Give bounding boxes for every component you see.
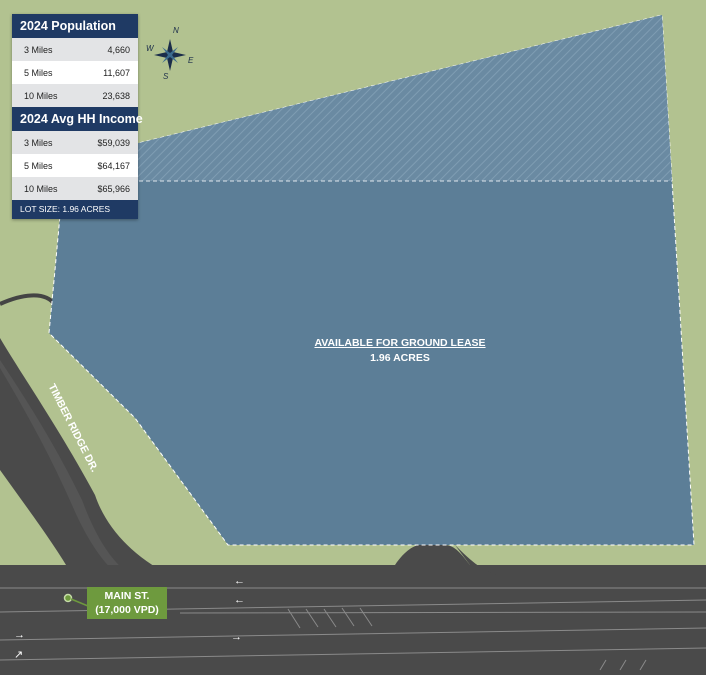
compass-east-label: E [188, 56, 194, 65]
main-street-label: MAIN ST. (17,000 VPD) [87, 587, 167, 619]
arrow-right-icon: → [14, 629, 25, 641]
population-radius: 5 Miles [24, 67, 53, 78]
population-row: 3 Miles 4,660 [12, 38, 138, 61]
parcel-title: AVAILABLE FOR GROUND LEASE [314, 337, 486, 349]
main-street-traffic: (17,000 VPD) [95, 604, 159, 616]
income-row: 10 Miles $65,966 [12, 177, 138, 200]
income-radius: 5 Miles [24, 160, 53, 171]
population-value: 11,607 [103, 67, 130, 78]
population-value: 4,660 [107, 44, 130, 55]
income-row: 5 Miles $64,167 [12, 154, 138, 177]
compass-west-label: W [146, 44, 154, 53]
compass-labels: N W E S [142, 24, 204, 84]
population-radius: 10 Miles [24, 90, 58, 101]
population-title: 2024 Population [12, 14, 138, 38]
lot-size-label: LOT SIZE: 1.96 ACRES [12, 200, 138, 219]
population-row: 5 Miles 11,607 [12, 61, 138, 84]
income-radius: 3 Miles [24, 137, 53, 148]
population-value: 23,638 [102, 90, 130, 101]
compass-north-label: N [173, 26, 179, 35]
location-pin-icon [63, 593, 73, 603]
compass-south-label: S [163, 72, 169, 81]
arrow-right-icon: → [231, 631, 242, 643]
demographics-panel: 2024 Population 3 Miles 4,660 5 Miles 11… [12, 14, 143, 219]
population-radius: 3 Miles [24, 44, 53, 55]
main-street-name: MAIN ST. [104, 590, 150, 602]
parcel-acres: 1.96 ACRES [370, 352, 430, 364]
parcel-label: AVAILABLE FOR GROUND LEASE 1.96 ACRES [290, 336, 510, 366]
income-radius: 10 Miles [24, 183, 58, 194]
income-value: $64,167 [97, 160, 130, 171]
arrow-left-icon: ← [234, 575, 245, 587]
arrow-right-icon: ↗ [14, 649, 24, 661]
arrow-left-icon: ← [234, 594, 245, 606]
income-value: $59,039 [97, 137, 130, 148]
income-row: 3 Miles $59,039 [12, 131, 138, 154]
income-title: 2024 Avg HH Income [12, 107, 143, 131]
income-value: $65,966 [97, 183, 130, 194]
population-row: 10 Miles 23,638 [12, 84, 138, 107]
